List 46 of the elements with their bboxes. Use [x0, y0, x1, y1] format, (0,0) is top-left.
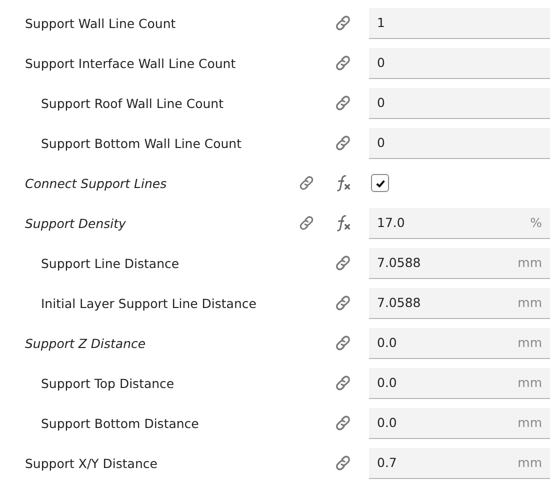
link-icon[interactable]	[333, 453, 353, 473]
unit-label: mm	[518, 255, 542, 270]
number-field[interactable]: 0.7 mm	[369, 448, 550, 478]
setting-label: Support Wall Line Count	[24, 16, 177, 30]
unit-label: mm	[518, 375, 542, 390]
setting-label: Initial Layer Support Line Distance	[40, 296, 258, 310]
link-icon[interactable]	[333, 13, 353, 33]
function-icon[interactable]	[334, 213, 353, 233]
link-icon[interactable]	[333, 93, 353, 113]
unit-label: mm	[518, 295, 542, 310]
link-icon[interactable]	[297, 173, 316, 193]
setting-label: Support X/Y Distance	[24, 456, 158, 470]
setting-label: Support Bottom Distance	[40, 416, 200, 430]
setting-label: Connect Support Lines	[24, 176, 168, 190]
link-icon[interactable]	[333, 293, 353, 313]
number-field[interactable]: 7.0588 mm	[369, 248, 550, 278]
checkbox[interactable]	[371, 174, 389, 192]
check-icon	[374, 178, 386, 188]
setting-label: Support Density	[24, 216, 127, 230]
function-icon[interactable]	[334, 173, 353, 193]
link-icon[interactable]	[333, 413, 353, 433]
link-icon[interactable]	[333, 373, 353, 393]
number-field[interactable]: 0	[369, 128, 550, 158]
number-field[interactable]: 0.0 mm	[369, 328, 550, 358]
number-field[interactable]: 17.0 %	[369, 208, 550, 238]
setting-label: Support Bottom Wall Line Count	[40, 136, 242, 150]
number-field[interactable]: 0.0 mm	[369, 408, 550, 438]
unit-label: %	[530, 215, 542, 230]
link-icon[interactable]	[333, 253, 353, 273]
setting-label: Support Roof Wall Line Count	[40, 96, 224, 110]
number-field[interactable]: 1	[369, 8, 550, 38]
setting-label: Support Top Distance	[40, 376, 176, 390]
link-icon[interactable]	[333, 53, 353, 73]
link-icon[interactable]	[297, 213, 316, 233]
setting-label: Support Z Distance	[24, 336, 147, 350]
number-field[interactable]: 7.0588 mm	[369, 288, 550, 318]
number-field[interactable]: 0	[369, 48, 550, 78]
unit-label: mm	[518, 335, 542, 350]
link-icon[interactable]	[333, 333, 353, 353]
number-field[interactable]: 0.0 mm	[369, 368, 550, 398]
link-icon[interactable]	[333, 133, 353, 153]
setting-label: Support Interface Wall Line Count	[24, 56, 237, 70]
setting-label: Support Line Distance	[40, 256, 180, 270]
number-field[interactable]: 0	[369, 88, 550, 118]
unit-label: mm	[518, 415, 542, 430]
unit-label: mm	[518, 455, 542, 470]
